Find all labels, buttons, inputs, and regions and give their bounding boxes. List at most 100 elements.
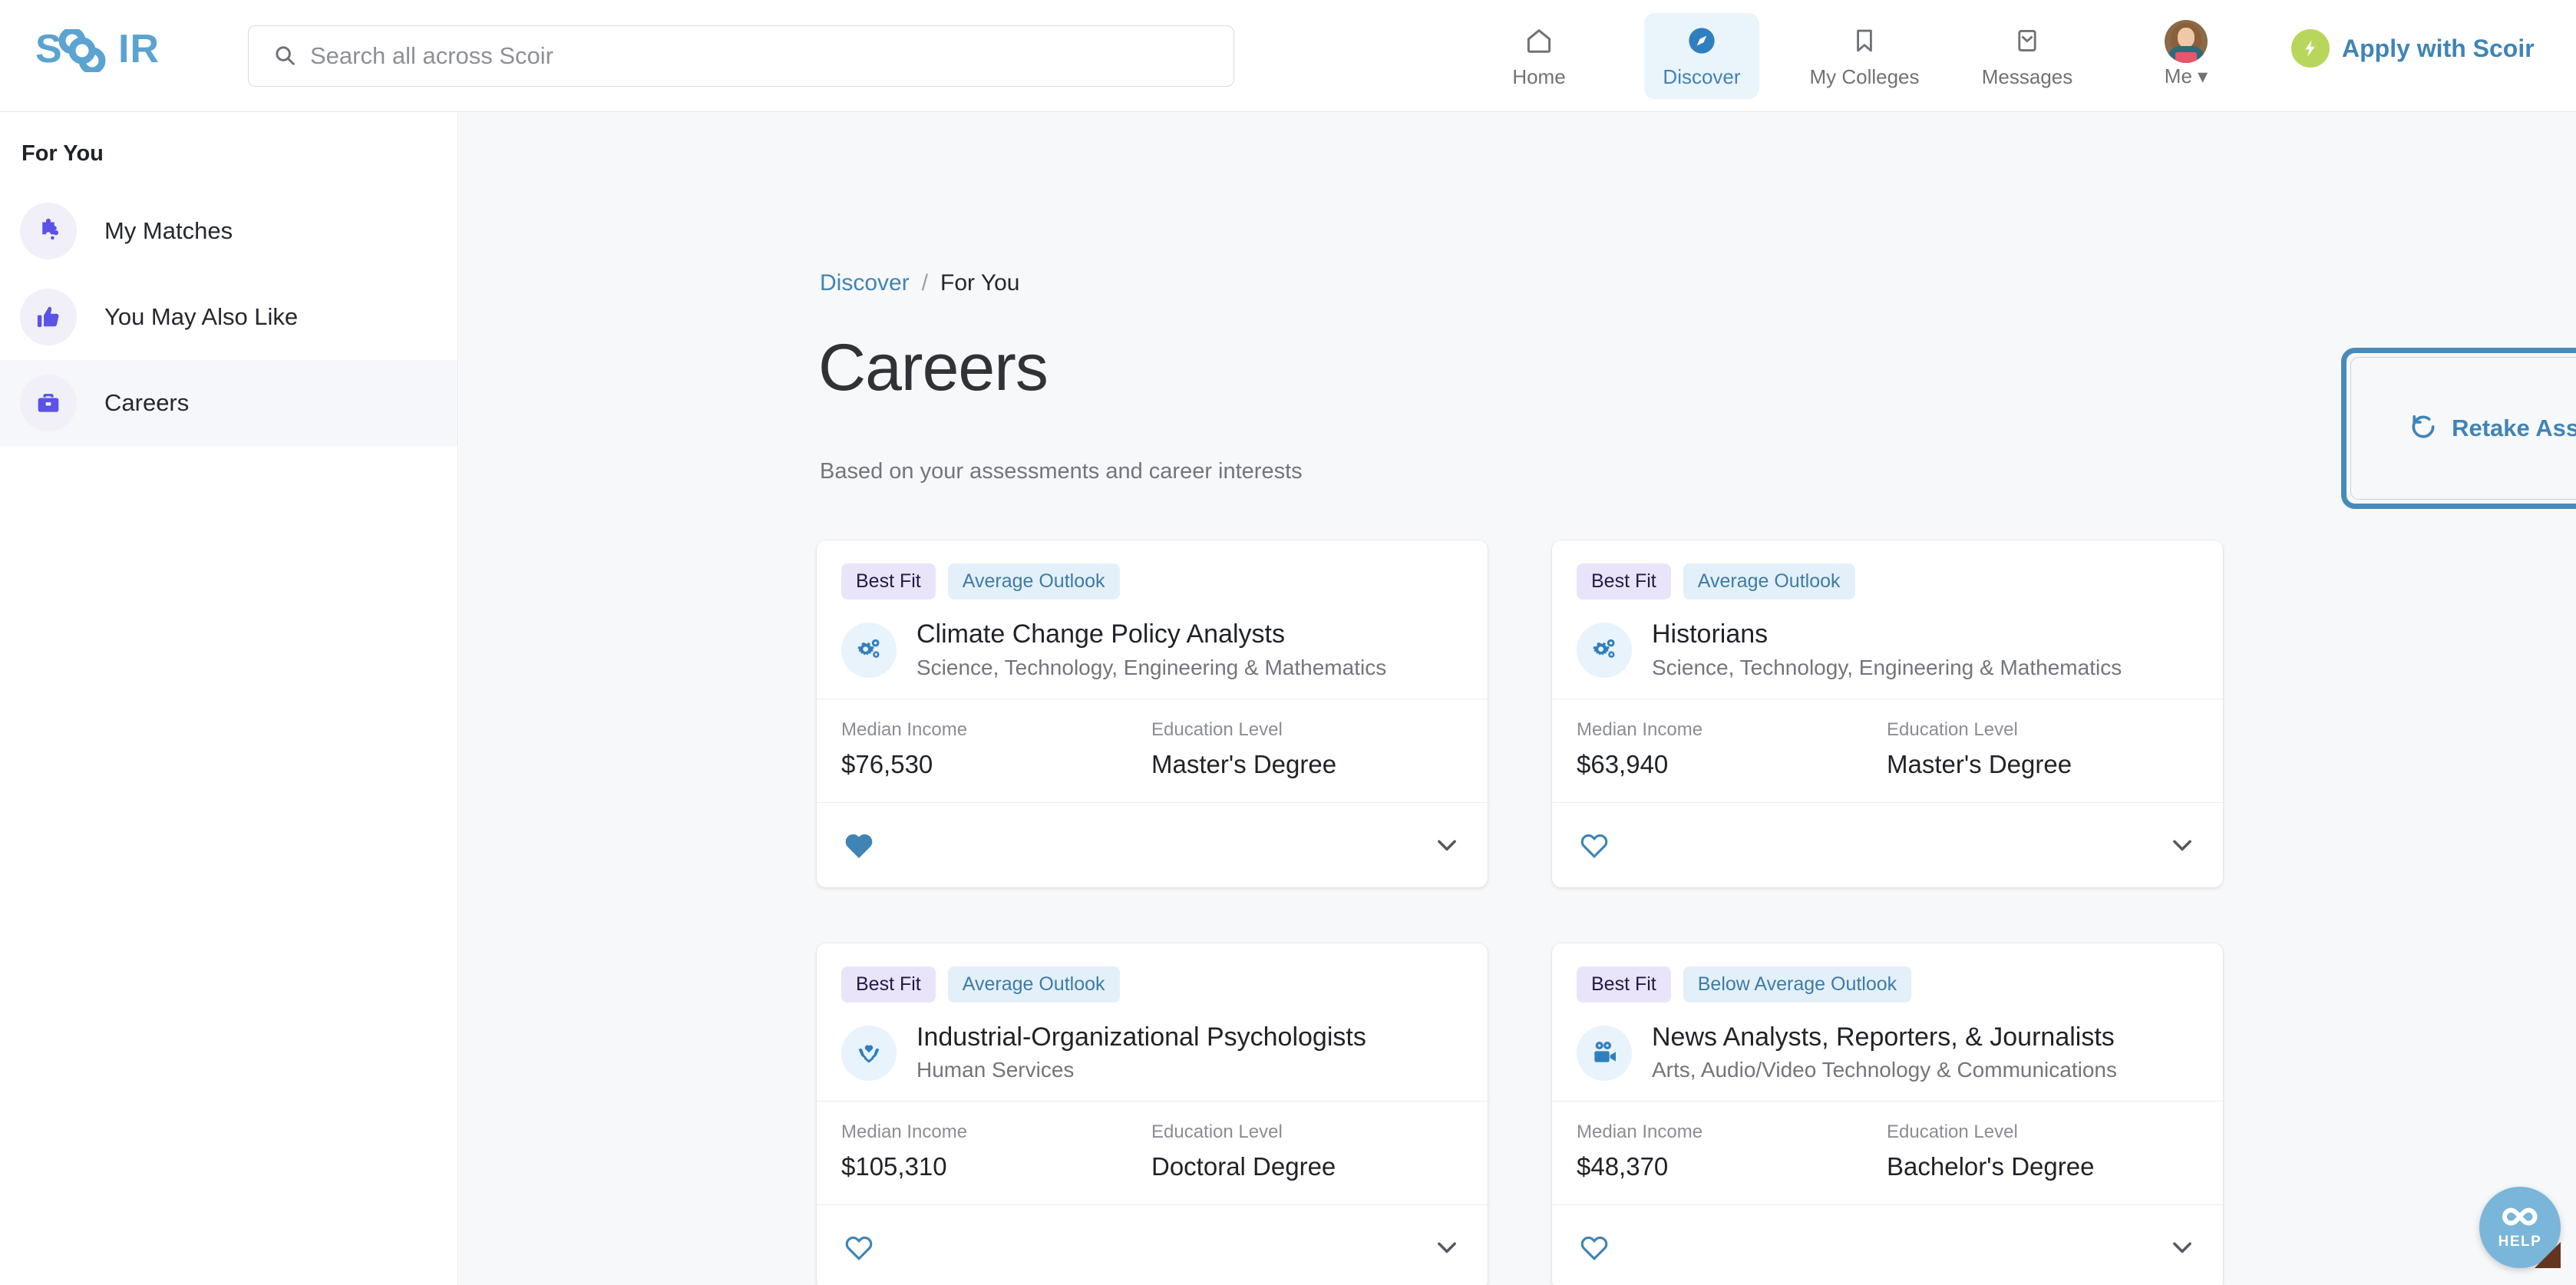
career-card-footer xyxy=(1552,803,2223,887)
median-income-value: $76,530 xyxy=(841,749,933,778)
sidebar-label-careers: Careers xyxy=(104,389,190,416)
median-income-value: $63,940 xyxy=(1577,749,1669,778)
thumbs-up-icon xyxy=(20,289,77,345)
breadcrumb-separator: / xyxy=(921,270,929,296)
career-name: Historians xyxy=(1652,619,1769,649)
outlook-badge: Average Outlook xyxy=(947,563,1120,600)
apply-with-scoir-label: Apply with Scoir xyxy=(2342,34,2535,62)
retake-assessment-focus-ring: Retake Assessment xyxy=(2341,348,2576,509)
badge-row: Best Fit Below Average Outlook xyxy=(1577,966,2198,1003)
median-income-value: $48,370 xyxy=(1577,1152,1669,1181)
median-income-stat: Median Income $105,310 xyxy=(841,1121,1151,1181)
compass-icon xyxy=(1686,24,1717,58)
apply-with-scoir-button[interactable]: Apply with Scoir xyxy=(2291,29,2535,68)
fit-badge: Best Fit xyxy=(1577,966,1671,1003)
retake-assessment-button[interactable]: Retake Assessment xyxy=(2350,357,2576,500)
page-title: Careers xyxy=(818,331,1049,405)
career-card-stats: Median Income $76,530 Education Level Ma… xyxy=(817,698,1488,803)
nav-label-home: Home xyxy=(1512,64,1566,88)
top-navigation-bar: S IR Home xyxy=(0,0,2576,112)
expand-chevron-down-icon[interactable] xyxy=(2168,1233,2197,1262)
nav-item-messages[interactable]: Messages xyxy=(1970,13,2085,99)
help-button[interactable]: HELP xyxy=(2479,1187,2561,1268)
favorite-heart-icon[interactable] xyxy=(843,829,875,861)
sidebar-heading: For You xyxy=(21,141,104,166)
median-income-stat: Median Income $76,530 xyxy=(841,719,1151,779)
sidebar-item-you-may-also-like[interactable]: You May Also Like xyxy=(0,274,457,360)
career-card-stats: Median Income $48,370 Education Level Ba… xyxy=(1552,1101,2223,1205)
education-level-stat: Education Level Doctoral Degree xyxy=(1151,1121,1461,1181)
scoir-logo[interactable]: S IR xyxy=(35,29,193,72)
primary-nav: Home Discover My Colleges Messages Me ▾ xyxy=(1481,0,2240,112)
breadcrumb: Discover / For You xyxy=(820,270,1019,296)
career-cluster: Human Services xyxy=(916,1058,1075,1082)
sidebar-item-careers[interactable]: Careers xyxy=(0,360,457,446)
career-cluster: Arts, Audio/Video Technology & Communica… xyxy=(1652,1058,2117,1082)
breadcrumb-link-discover[interactable]: Discover xyxy=(820,270,910,296)
career-card-header: Best Fit Average Outlook Climate Change … xyxy=(817,540,1488,699)
fit-badge: Best Fit xyxy=(841,563,936,600)
svg-text:IR: IR xyxy=(118,29,160,71)
career-card-stats: Median Income $105,310 Education Level D… xyxy=(817,1101,1488,1205)
search-input[interactable] xyxy=(310,42,1154,70)
expand-chevron-down-icon[interactable] xyxy=(2168,831,2197,860)
scoir-logo-mark: S IR xyxy=(35,29,160,72)
rotate-ccw-icon xyxy=(2409,412,2438,445)
lightning-bolt-icon xyxy=(2291,29,2330,68)
education-level-value: Bachelor's Degree xyxy=(1887,1152,2095,1181)
career-card[interactable]: Best Fit Average Outlook Climate Change … xyxy=(817,540,1488,887)
nav-label-my-colleges: My Colleges xyxy=(1809,64,1920,88)
avatar xyxy=(2165,19,2208,63)
career-card[interactable]: Best Fit Average Outlook Industrial-Orga… xyxy=(817,943,1488,1285)
favorite-heart-icon[interactable] xyxy=(1578,829,1610,861)
bookmark-icon xyxy=(1851,24,1878,58)
favorite-heart-icon[interactable] xyxy=(1578,1231,1610,1264)
briefcase-icon xyxy=(20,375,77,431)
badge-row: Best Fit Average Outlook xyxy=(1577,563,2198,600)
education-level-label: Education Level xyxy=(1151,718,1283,740)
outlook-badge: Average Outlook xyxy=(947,966,1120,1003)
favorite-heart-icon[interactable] xyxy=(843,1231,875,1264)
career-card-footer xyxy=(817,803,1488,887)
education-level-stat: Education Level Master's Degree xyxy=(1887,719,2197,779)
for-you-sidebar: For You My Matches You May Also Like Car… xyxy=(0,112,458,1285)
video-camera-icon xyxy=(1577,1025,1632,1081)
education-level-label: Education Level xyxy=(1887,1121,2018,1142)
career-card-grid: Best Fit Average Outlook Climate Change … xyxy=(817,540,2223,1285)
education-level-label: Education Level xyxy=(1151,1121,1283,1142)
fit-badge: Best Fit xyxy=(841,966,936,1003)
breadcrumb-current: For You xyxy=(940,270,1020,296)
infinity-icon xyxy=(2500,1205,2540,1232)
sidebar-item-my-matches[interactable]: My Matches xyxy=(0,188,457,274)
nav-item-me[interactable]: Me ▾ xyxy=(2132,13,2240,99)
career-name: News Analysts, Reporters, & Journalists xyxy=(1652,1022,2115,1052)
median-income-label: Median Income xyxy=(841,1121,968,1142)
main-content: Discover / For You Careers Based on your… xyxy=(459,112,2576,1285)
career-card[interactable]: Best Fit Average Outlook Historians Scie… xyxy=(1552,540,2223,887)
gears-icon xyxy=(841,623,897,678)
career-card-header: Best Fit Below Average Outlook News Anal… xyxy=(1552,943,2223,1102)
education-level-value: Doctoral Degree xyxy=(1151,1152,1336,1181)
outlook-badge: Below Average Outlook xyxy=(1683,966,1912,1003)
median-income-label: Median Income xyxy=(1577,1121,1703,1142)
nav-item-home[interactable]: Home xyxy=(1481,13,1597,99)
median-income-value: $105,310 xyxy=(841,1152,947,1181)
career-card[interactable]: Best Fit Below Average Outlook News Anal… xyxy=(1552,943,2223,1285)
nav-item-my-colleges[interactable]: My Colleges xyxy=(1807,13,1922,99)
svg-text:S: S xyxy=(35,29,63,71)
nav-item-discover[interactable]: Discover xyxy=(1644,13,1759,99)
career-name: Industrial-Organizational Psychologists xyxy=(916,1022,1366,1052)
fit-badge: Best Fit xyxy=(1577,563,1671,600)
envelope-icon xyxy=(2013,24,2041,58)
global-search[interactable] xyxy=(248,25,1234,87)
expand-chevron-down-icon[interactable] xyxy=(1432,1233,1461,1262)
badge-row: Best Fit Average Outlook xyxy=(841,563,1463,600)
hands-heart-icon xyxy=(841,1025,897,1081)
median-income-label: Median Income xyxy=(1577,718,1703,740)
expand-chevron-down-icon[interactable] xyxy=(1432,831,1461,860)
career-name: Climate Change Policy Analysts xyxy=(916,619,1286,649)
page-subtitle: Based on your assessments and career int… xyxy=(820,459,1303,484)
retake-assessment-label: Retake Assessment xyxy=(2452,415,2576,441)
education-level-stat: Education Level Master's Degree xyxy=(1151,719,1461,779)
home-icon xyxy=(1524,24,1554,58)
